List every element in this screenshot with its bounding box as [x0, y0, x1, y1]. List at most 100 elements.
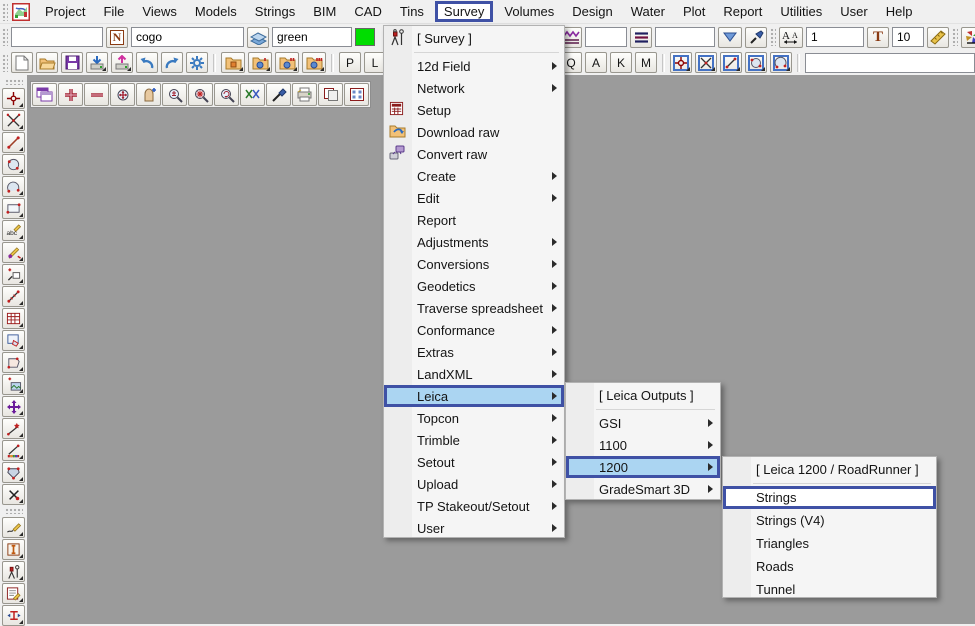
menu-tins[interactable]: Tins [391, 1, 433, 22]
toolbar-grip[interactable] [5, 79, 23, 85]
snap-circle-icon[interactable] [2, 154, 25, 175]
grid-icon[interactable] [2, 308, 25, 329]
menu-utilities[interactable]: Utilities [771, 1, 831, 22]
snap-arc-icon[interactable] [2, 176, 25, 197]
views-icon[interactable] [32, 83, 57, 106]
p-button[interactable]: P [339, 52, 361, 73]
menu-item-trimble[interactable]: Trimble [384, 429, 564, 451]
linestyle-icon[interactable] [630, 27, 652, 48]
polygon-shield-icon[interactable] [2, 462, 25, 483]
k-button[interactable]: K [610, 52, 632, 73]
menu-item-convert-raw[interactable]: Convert raw [384, 143, 564, 165]
snap-line-icon[interactable] [720, 52, 742, 73]
project-folder-icon[interactable] [221, 52, 245, 73]
height-input[interactable] [892, 27, 924, 47]
menu-item-1100[interactable]: 1100 [566, 434, 720, 456]
menu-models[interactable]: Models [186, 1, 246, 22]
add-view-icon[interactable] [58, 83, 83, 106]
zoom-extents-icon[interactable] [110, 83, 135, 106]
command-input[interactable] [805, 53, 975, 73]
menu-plot[interactable]: Plot [674, 1, 714, 22]
remove-view-icon[interactable] [84, 83, 109, 106]
menu-views[interactable]: Views [133, 1, 185, 22]
menu-item-strings-v4[interactable]: Strings (V4) [723, 509, 936, 532]
snaps-toggle-icon[interactable] [240, 83, 265, 106]
name-input[interactable] [11, 27, 103, 47]
image-plus-icon[interactable] [2, 374, 25, 395]
import-icon[interactable] [86, 52, 108, 73]
symbol-pencil-icon[interactable] [2, 242, 25, 263]
menu-user[interactable]: User [831, 1, 876, 22]
snap-intersect-icon[interactable] [695, 52, 717, 73]
pan-icon[interactable] [136, 83, 161, 106]
toolbar-grip[interactable] [2, 54, 8, 72]
text-style-icon[interactable]: T [867, 27, 889, 48]
m-button[interactable]: M [635, 52, 657, 73]
menu-design[interactable]: Design [563, 1, 621, 22]
recent-project-1-icon[interactable] [248, 52, 272, 73]
menu-item-1200[interactable]: 1200 [566, 456, 720, 478]
pinwheel-icon[interactable] [961, 27, 975, 48]
recent-project-3-icon[interactable] [302, 52, 326, 73]
colour-swatch[interactable] [355, 28, 375, 46]
new-icon[interactable] [11, 52, 33, 73]
create-point-icon[interactable] [2, 264, 25, 285]
menu-file[interactable]: File [94, 1, 133, 22]
dropdown-icon[interactable] [718, 27, 742, 48]
rectangle-icon[interactable] [2, 198, 25, 219]
toolbar-grip[interactable] [2, 28, 8, 46]
models-icon[interactable] [247, 27, 269, 48]
snap-line-icon[interactable] [2, 132, 25, 153]
toolbar-grip[interactable] [5, 508, 23, 514]
a-button[interactable]: A [585, 52, 607, 73]
menu-item-network[interactable]: Network [384, 77, 564, 99]
copy-view-icon[interactable] [318, 83, 343, 106]
snap-circle-icon[interactable] [745, 52, 767, 73]
menu-item-setup[interactable]: Setup [384, 99, 564, 121]
menu-item-user[interactable]: User [384, 517, 564, 539]
measure-icon[interactable] [2, 286, 25, 307]
export-icon[interactable] [111, 52, 133, 73]
style-input[interactable] [655, 27, 715, 47]
toolbar-grip[interactable] [770, 28, 776, 46]
move-arrows-icon[interactable] [2, 396, 25, 417]
text-size-icon[interactable]: AA [779, 27, 803, 48]
menu-help[interactable]: Help [877, 1, 922, 22]
menu-item-create[interactable]: Create [384, 165, 564, 187]
menu-item-landxml[interactable]: LandXML [384, 363, 564, 385]
undo-icon[interactable] [136, 52, 158, 73]
zoom-previous-icon[interactable] [214, 83, 239, 106]
menu-item-edit[interactable]: Edit [384, 187, 564, 209]
menu-project[interactable]: Project [36, 1, 94, 22]
interface-i-icon[interactable] [2, 539, 25, 560]
eyedropper-icon[interactable] [745, 27, 767, 48]
colour-line-icon[interactable] [2, 440, 25, 461]
menu-volumes[interactable]: Volumes [495, 1, 563, 22]
n-style-icon[interactable]: N [106, 27, 128, 48]
redo-icon[interactable] [161, 52, 183, 73]
symbol-arrows-icon[interactable] [2, 605, 25, 626]
window-polygon-icon[interactable] [2, 330, 25, 351]
menu-item-report[interactable]: Report [384, 209, 564, 231]
menu-cad[interactable]: CAD [345, 1, 390, 22]
menu-item-geodetics[interactable]: Geodetics [384, 275, 564, 297]
ruler-icon[interactable] [927, 27, 949, 48]
zoom-icon[interactable] [162, 83, 187, 106]
menu-strings[interactable]: Strings [246, 1, 304, 22]
freehand-pencil-icon[interactable] [2, 517, 25, 538]
settings-icon[interactable] [186, 52, 208, 73]
toolbar-grip[interactable] [2, 3, 8, 21]
snap-point-icon[interactable] [670, 52, 692, 73]
open-icon[interactable] [36, 52, 58, 73]
snap-arc-icon[interactable] [770, 52, 792, 73]
snap-point-icon[interactable] [2, 88, 25, 109]
menu-item-gsi[interactable]: GSI [566, 412, 720, 434]
model-input[interactable] [131, 27, 244, 47]
snap-intersect-icon[interactable] [2, 110, 25, 131]
linestyle-input[interactable] [585, 27, 627, 47]
menu-item-conversions[interactable]: Conversions [384, 253, 564, 275]
recent-project-2-icon[interactable] [275, 52, 299, 73]
menu-item-gradesmart-3d[interactable]: GradeSmart 3D [566, 478, 720, 500]
toolbar-grip[interactable] [952, 28, 958, 46]
menu-item-setout[interactable]: Setout [384, 451, 564, 473]
